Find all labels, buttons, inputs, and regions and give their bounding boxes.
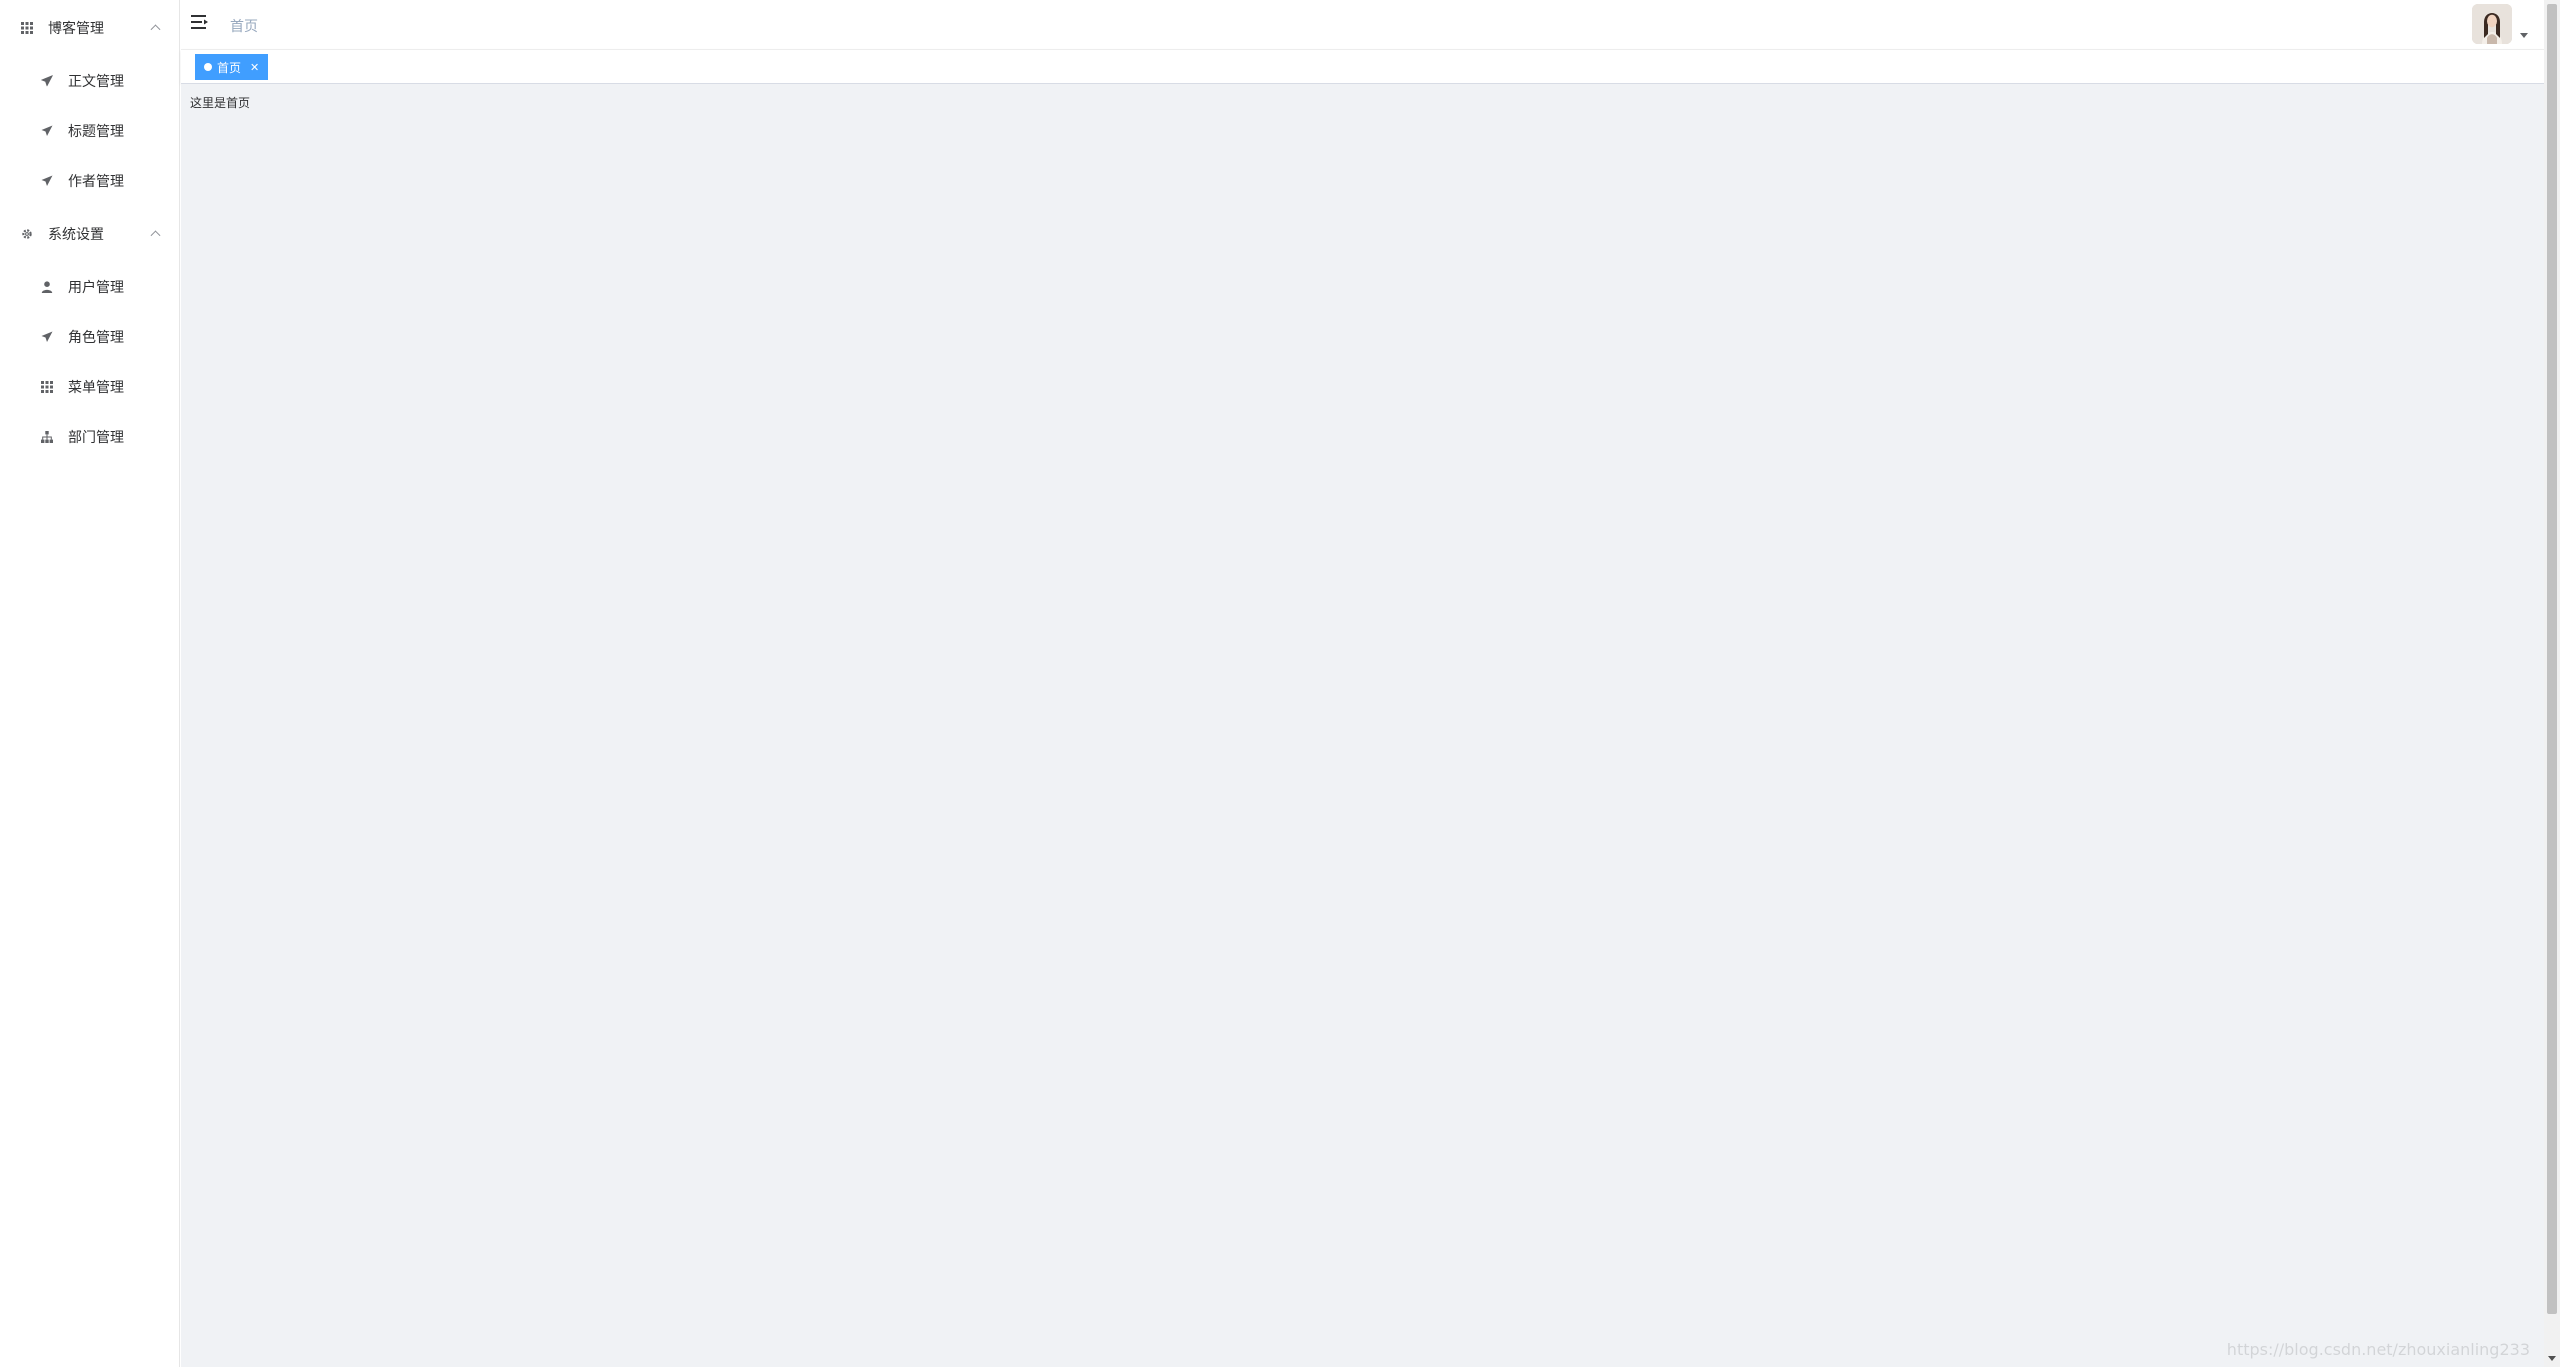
sidebar-item-label: 用户管理 bbox=[68, 280, 124, 296]
sidebar-item-author[interactable]: 作者管理 bbox=[0, 156, 179, 206]
tag-label: 首页 bbox=[217, 60, 242, 75]
org-chart-icon bbox=[40, 430, 54, 444]
paper-plane-icon bbox=[40, 174, 54, 188]
chevron-up-icon bbox=[150, 230, 161, 241]
user-icon bbox=[40, 280, 54, 294]
tags-view: 首页 ✕ bbox=[181, 50, 2544, 84]
sidebar-item-roles[interactable]: 角色管理 bbox=[0, 312, 179, 362]
sidebar-item-users[interactable]: 用户管理 bbox=[0, 262, 179, 312]
sidebar-group-system[interactable]: 系统设置 bbox=[0, 206, 179, 262]
scroll-down-arrow-icon[interactable] bbox=[2548, 1356, 2556, 1361]
tag-home[interactable]: 首页 ✕ bbox=[195, 54, 269, 80]
sidebar-group-blog[interactable]: 博客管理 bbox=[0, 0, 179, 56]
page-text: 这里是首页 bbox=[190, 96, 251, 110]
close-icon[interactable]: ✕ bbox=[250, 62, 259, 73]
sidebar-item-label: 部门管理 bbox=[68, 430, 124, 446]
main-content: 这里是首页 https://blog.csdn.net/zhouxianling… bbox=[181, 84, 2544, 1367]
sidebar-group-label: 博客管理 bbox=[48, 21, 104, 37]
paper-plane-icon bbox=[40, 330, 54, 344]
grid-icon bbox=[20, 21, 34, 35]
sidebar-item-departments[interactable]: 部门管理 bbox=[0, 412, 179, 462]
paper-plane-icon bbox=[40, 124, 54, 138]
gear-icon bbox=[20, 227, 34, 241]
scroll-thumb[interactable] bbox=[2547, 4, 2557, 1314]
sidebar-item-content[interactable]: 正文管理 bbox=[0, 56, 179, 106]
app: 博客管理 正文管理 标题管理 作者管理 系统设置 用户管理 角色管理 菜单管理 … bbox=[0, 0, 2560, 1367]
sidebar-item-label: 正文管理 bbox=[68, 74, 124, 90]
sidebar-item-title[interactable]: 标题管理 bbox=[0, 106, 179, 156]
active-dot-icon bbox=[204, 63, 212, 71]
sidebar-item-label: 角色管理 bbox=[68, 330, 124, 346]
chevron-up-icon bbox=[150, 24, 161, 35]
grid-icon bbox=[40, 380, 54, 394]
avatar[interactable] bbox=[2472, 4, 2512, 44]
watermark: https://blog.csdn.net/zhouxianling233 bbox=[2226, 1340, 2530, 1359]
scrollbar[interactable] bbox=[2544, 0, 2560, 1367]
sidebar-group-label: 系统设置 bbox=[48, 227, 104, 243]
caret-down-icon[interactable] bbox=[2520, 33, 2528, 38]
navbar: 首页 bbox=[181, 0, 2544, 50]
hamburger-icon[interactable] bbox=[191, 14, 209, 30]
sidebar-item-label: 标题管理 bbox=[68, 124, 124, 140]
breadcrumb: 首页 bbox=[230, 19, 258, 35]
sidebar-item-label: 菜单管理 bbox=[68, 380, 124, 396]
paper-plane-icon bbox=[40, 74, 54, 88]
sidebar: 博客管理 正文管理 标题管理 作者管理 系统设置 用户管理 角色管理 菜单管理 … bbox=[0, 0, 180, 1367]
sidebar-item-label: 作者管理 bbox=[68, 174, 124, 190]
sidebar-item-menus[interactable]: 菜单管理 bbox=[0, 362, 179, 412]
